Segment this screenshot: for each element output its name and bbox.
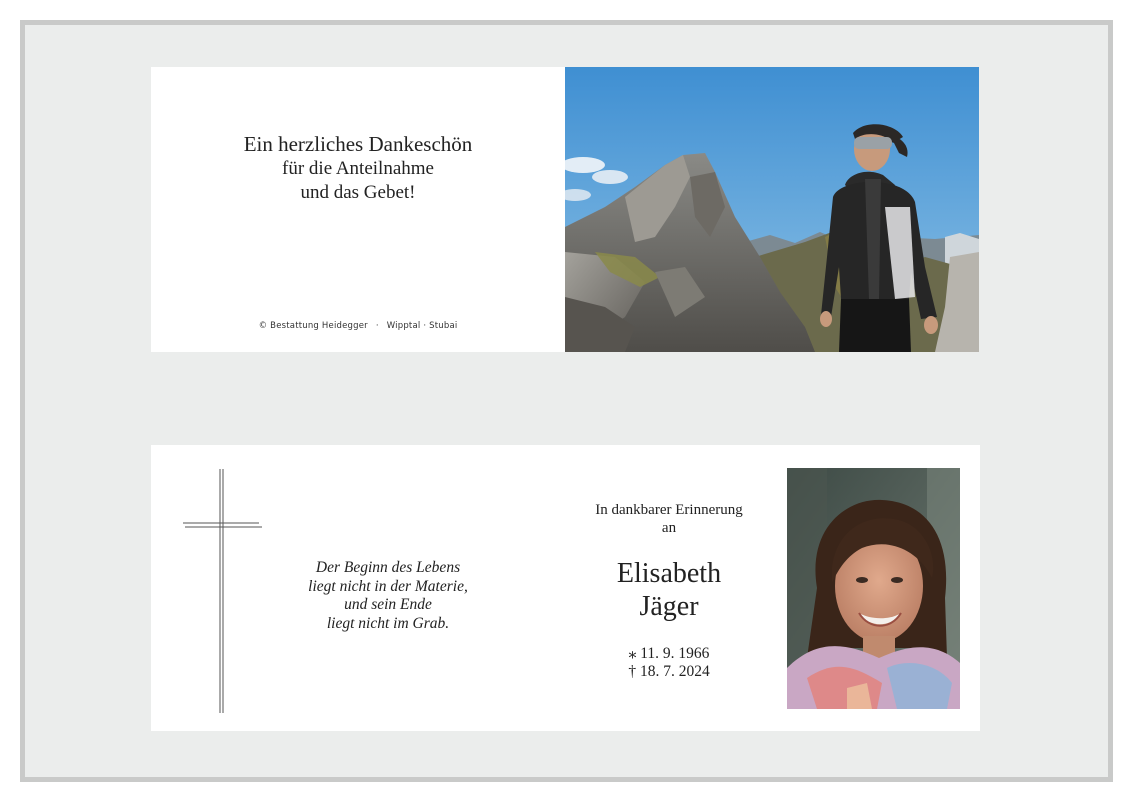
first-name: Elisabeth — [616, 558, 722, 589]
memory-line-1: In dankbarer Erinnerung — [595, 502, 743, 518]
copyright-line: © Bestattung Heidegger · Wipptal · Stubai — [151, 321, 565, 331]
thank-you-line-3: und das Gebet! — [300, 182, 416, 203]
memory-line-2: an — [661, 520, 677, 536]
birth-date: ⁎ 11. 9. 1966 — [628, 645, 710, 662]
mountain-woman-photo — [565, 67, 979, 352]
deceased-name: Elisabeth Jäger — [569, 557, 769, 623]
quote-line: liegt nicht in der Materie, — [308, 577, 468, 595]
copyright-text: © Bestattung Heidegger — [258, 321, 368, 331]
memorial-text: In dankbarer Erinnerung an Elisabeth Jäg… — [569, 501, 769, 681]
thank-you-line-2: für die Anteilnahme — [282, 158, 434, 179]
thank-you-line-1: Ein herzliches Dankeschön — [243, 132, 473, 156]
quote: Der Beginn des Lebens liegt nicht in der… — [263, 559, 513, 633]
cross-icon — [183, 469, 262, 713]
quote-line: Der Beginn des Lebens — [315, 559, 461, 576]
death-date: † 18. 7. 2024 — [628, 663, 710, 680]
copyright-separator: · — [375, 321, 379, 331]
page-frame: Ein herzliches Dankeschön für die Anteil… — [20, 20, 1113, 782]
region-text: Wipptal · Stubai — [386, 321, 458, 331]
portrait-photo — [787, 468, 960, 709]
quote-line: und sein Ende — [344, 596, 432, 613]
thank-you-card: Ein herzliches Dankeschön für die Anteil… — [151, 67, 979, 352]
memorial-card: Der Beginn des Lebens liegt nicht in der… — [151, 445, 980, 731]
thank-you-text: Ein herzliches Dankeschön für die Anteil… — [151, 131, 565, 205]
quote-line: liegt nicht im Grab. — [326, 614, 450, 632]
life-dates: ⁎ 11. 9. 1966 † 18. 7. 2024 — [569, 645, 769, 681]
last-name: Jäger — [639, 591, 699, 622]
